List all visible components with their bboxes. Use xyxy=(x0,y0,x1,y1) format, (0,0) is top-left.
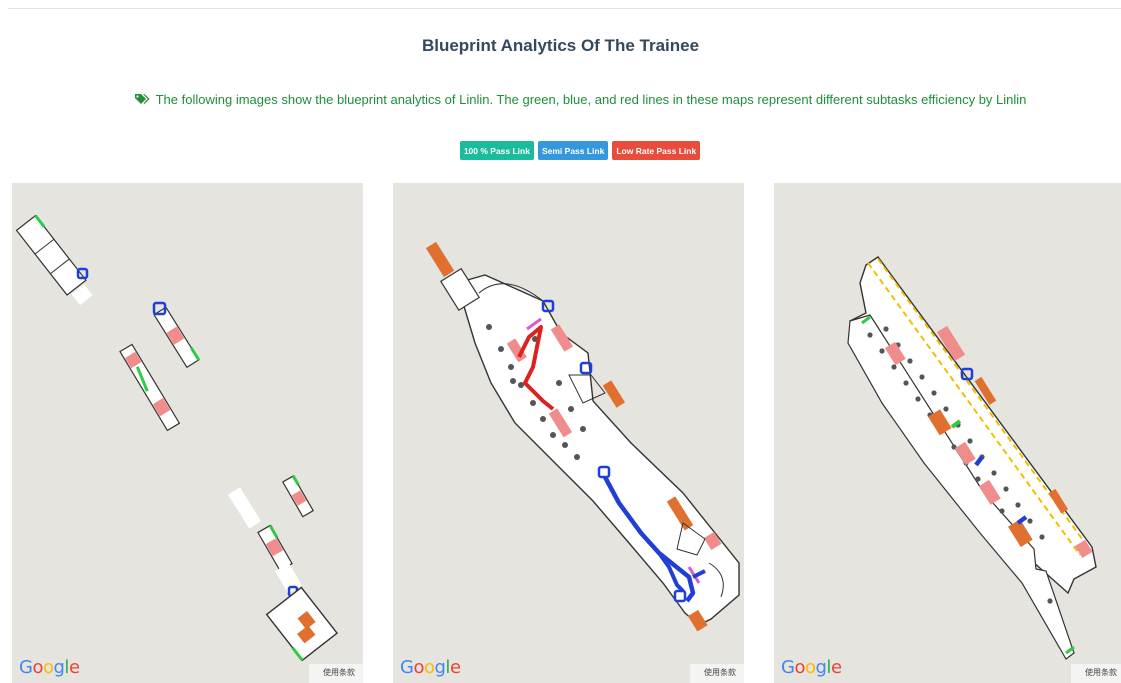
legend: 100 % Pass Link Semi Pass Link Low Rate Pa… xyxy=(0,141,1121,160)
terms-link[interactable]: 使用条款 xyxy=(690,664,744,683)
legend-badge-full-pass: 100 % Pass Link xyxy=(459,141,534,160)
blueprint-map-1[interactable]: Google 使用条款 xyxy=(12,183,363,683)
google-logo: Google xyxy=(19,657,80,678)
top-divider xyxy=(8,8,1121,9)
page-title: Blueprint Analytics Of The Trainee xyxy=(421,36,700,55)
terms-link[interactable]: 使用条款 xyxy=(309,664,363,683)
page: Blueprint Analytics Of The Trainee The f… xyxy=(0,0,1121,683)
tag-icon xyxy=(134,94,150,104)
google-logo: Google xyxy=(400,657,461,678)
blueprint-map-2[interactable]: Google 使用条款 xyxy=(393,183,744,683)
blueprint-map-3[interactable]: Google 使用条款 xyxy=(774,183,1121,683)
google-logo: Google xyxy=(781,657,842,678)
blueprint-drawing-3 xyxy=(847,256,1097,660)
legend-badge-low-rate: Low Rate Pass Link xyxy=(612,141,701,160)
legend-badge-semi-pass: Semi Pass Link xyxy=(537,141,609,160)
description-text: The following images show the blueprint … xyxy=(155,92,1027,107)
blueprint-drawing-2 xyxy=(425,241,740,632)
description: The following images show the blueprint … xyxy=(0,92,1121,107)
blueprint-drawing-1 xyxy=(15,214,339,662)
terms-link[interactable]: 使用条款 xyxy=(1071,664,1121,683)
